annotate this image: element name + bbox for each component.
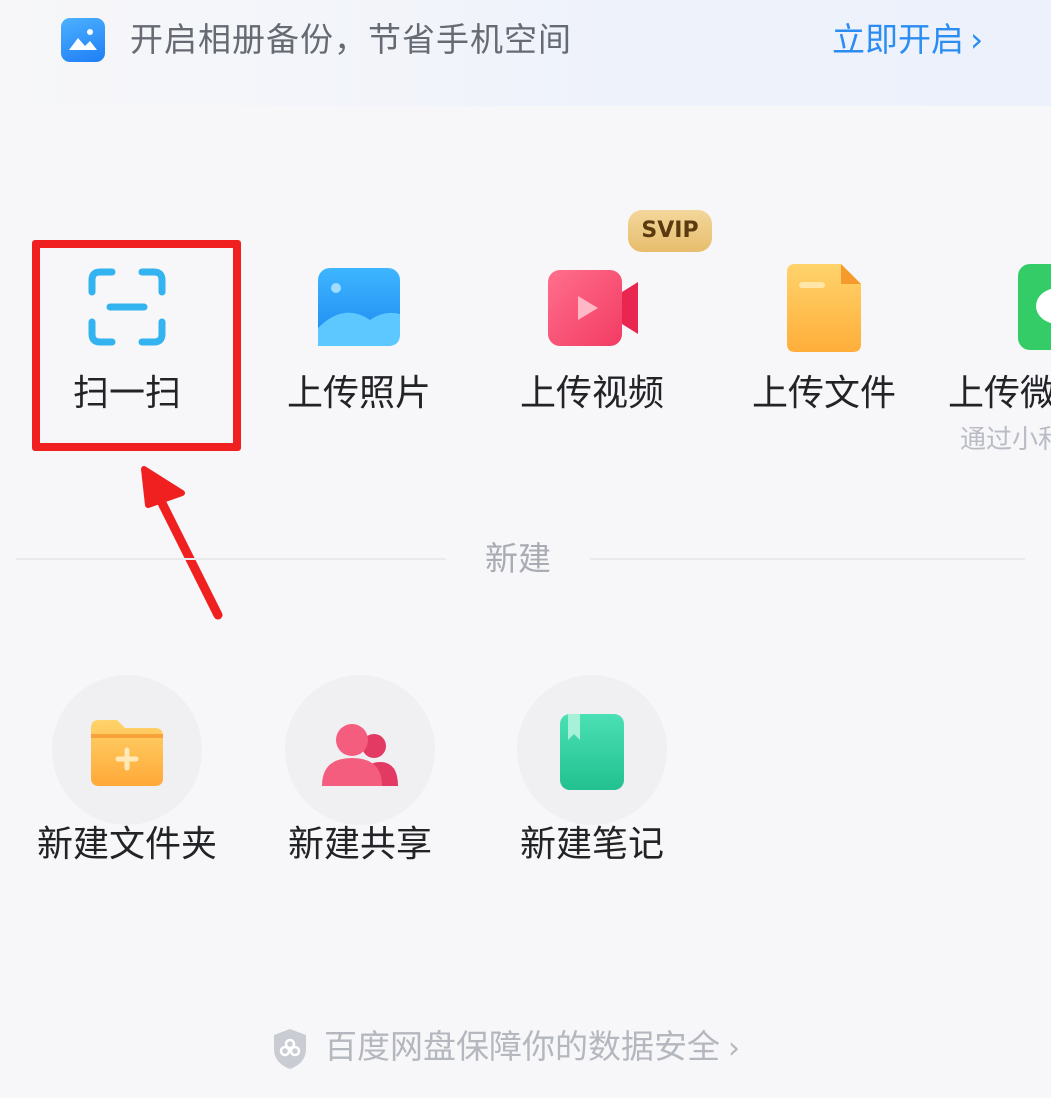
- upload-video-button[interactable]: 上传视频: [492, 262, 692, 462]
- wechat-icon: [1018, 264, 1051, 350]
- divider-right: [590, 558, 1025, 560]
- upload-wechat-button[interactable]: 上传微 通过小和: [946, 262, 1051, 462]
- photo-icon: [318, 268, 400, 346]
- upload-file-button[interactable]: 上传文件: [724, 262, 924, 462]
- new-folder-icon: [91, 720, 163, 786]
- banner-text: 开启相册备份，节省手机空间: [130, 20, 572, 59]
- backup-banner[interactable]: 开启相册备份，节省手机空间 立即开启 ›: [0, 0, 1051, 106]
- new-share-button[interactable]: 新建共享: [250, 675, 470, 875]
- photo-album-icon: [61, 18, 105, 62]
- security-footer-link[interactable]: 百度网盘保障你的数据安全 ›: [270, 1022, 740, 1072]
- divider-left: [16, 558, 446, 560]
- new-folder-label: 新建文件夹: [36, 824, 217, 865]
- enable-backup-label: 立即开启: [832, 20, 964, 59]
- new-note-label: 新建笔记: [519, 824, 664, 865]
- svip-badge: SVIP: [628, 210, 712, 252]
- upload-file-label: 上传文件: [751, 373, 896, 414]
- chevron-right-icon: ›: [970, 20, 984, 59]
- new-note-button[interactable]: 新建笔记: [482, 675, 702, 875]
- file-icon: [787, 264, 861, 352]
- upload-panel: 开启相册备份，节省手机空间 立即开启 › SVIP 扫一扫 上传照片 上传视频 …: [0, 0, 1051, 1098]
- security-footer-text: 百度网盘保障你的数据安全: [324, 1027, 720, 1066]
- enable-backup-link[interactable]: 立即开启 ›: [832, 14, 983, 66]
- red-arrow-icon: [141, 466, 223, 620]
- upload-video-label: 上传视频: [519, 373, 664, 414]
- share-people-icon: [322, 724, 398, 786]
- new-share-label: 新建共享: [287, 824, 432, 865]
- note-icon: [560, 714, 624, 790]
- upload-photo-button[interactable]: 上传照片: [259, 262, 459, 462]
- upload-wechat-label: 上传微: [948, 373, 1051, 414]
- highlight-box: [32, 240, 241, 451]
- upload-photo-label: 上传照片: [286, 373, 431, 414]
- upload-wechat-sublabel: 通过小和: [960, 425, 1051, 455]
- shield-icon: [274, 1028, 306, 1069]
- new-section-title: 新建: [485, 539, 551, 578]
- chevron-right-icon: ›: [728, 1031, 740, 1066]
- video-icon: [548, 270, 638, 346]
- new-folder-button[interactable]: 新建文件夹: [17, 675, 237, 875]
